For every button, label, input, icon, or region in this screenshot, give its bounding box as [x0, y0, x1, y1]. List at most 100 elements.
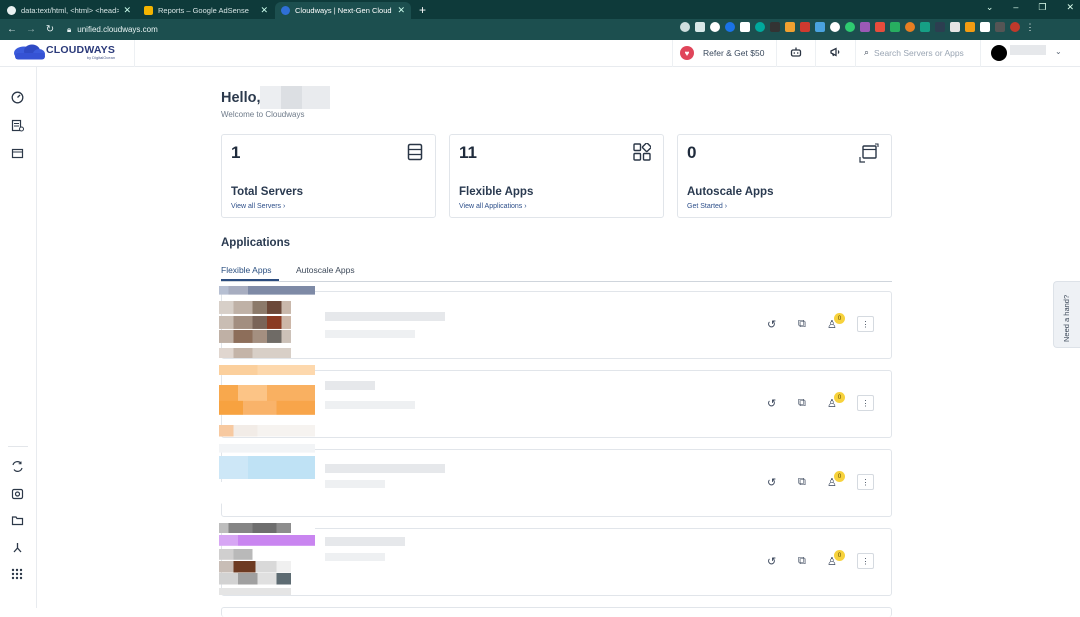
extensions-bar: ⋮	[680, 22, 1035, 32]
refer-button[interactable]: ♥ Refer & Get $50	[680, 46, 764, 60]
extension-icon[interactable]	[770, 22, 780, 32]
divider	[672, 40, 673, 67]
extension-icon[interactable]	[950, 22, 960, 32]
extension-icon[interactable]	[740, 22, 750, 32]
extension-icon[interactable]	[860, 22, 870, 32]
cloud-logo-icon	[12, 44, 46, 60]
chevron-down-icon[interactable]: ⌄	[1055, 47, 1062, 56]
close-icon[interactable]: ✕	[260, 5, 268, 16]
servers-icon[interactable]	[10, 118, 24, 132]
cloudways-favicon-icon	[281, 6, 290, 15]
puzzle-icon[interactable]	[980, 22, 990, 32]
application-row[interactable]: ↺ ⧉ ♙ 0 ⋮	[219, 523, 892, 596]
view-all-applications-link[interactable]: View all Applications ›	[459, 203, 527, 210]
extension-icon[interactable]	[815, 22, 825, 32]
view-all-servers-link[interactable]: View all Servers ›	[231, 203, 285, 210]
extension-icon[interactable]	[800, 22, 810, 32]
migration-icon[interactable]	[10, 459, 24, 473]
browser-tab-title: Cloudways | Next-Gen Cloud Ho	[295, 6, 394, 15]
extension-icon[interactable]	[845, 22, 855, 32]
collaborators-badge: 0	[834, 471, 845, 482]
external-link-icon[interactable]: ⧉	[798, 397, 806, 410]
star-icon[interactable]	[695, 22, 705, 32]
close-icon[interactable]: ✕	[397, 5, 405, 16]
stat-title: Flexible Apps	[459, 186, 534, 198]
url-field[interactable]: 🔒︎ unified.cloudways.com	[67, 22, 727, 37]
search-input[interactable]: ⌕ Search Servers or Apps	[864, 47, 964, 58]
help-side-tab[interactable]: Need a hand?	[1053, 281, 1080, 348]
app-name-redacted	[325, 537, 405, 546]
get-started-link[interactable]: Get Started ›	[687, 203, 727, 210]
extension-icon[interactable]	[920, 22, 930, 32]
external-link-icon[interactable]: ⧉	[798, 318, 806, 331]
close-icon[interactable]: ✕	[123, 5, 131, 16]
history-icon[interactable]: ↺	[767, 318, 776, 331]
extension-icon[interactable]	[875, 22, 885, 32]
history-icon[interactable]: ↺	[767, 476, 776, 489]
extension-icon[interactable]	[905, 22, 915, 32]
minimize-icon[interactable]: –	[1013, 2, 1018, 13]
extension-icon[interactable]	[890, 22, 900, 32]
announcements-icon[interactable]	[829, 46, 841, 61]
collaborators-badge: 0	[834, 392, 845, 403]
extension-icon[interactable]	[830, 22, 840, 32]
more-options-button[interactable]: ⋮	[857, 474, 874, 490]
applications-heading: Applications	[221, 237, 291, 249]
active-tab-indicator	[221, 279, 279, 281]
stat-title: Autoscale Apps	[687, 186, 774, 198]
applications-icon[interactable]	[10, 146, 24, 160]
restore-icon[interactable]: ❐	[1038, 2, 1046, 13]
extension-icon[interactable]	[725, 22, 735, 32]
history-icon[interactable]: ↺	[767, 555, 776, 568]
stat-count: 0	[687, 143, 697, 162]
close-window-icon[interactable]: ✕	[1066, 2, 1074, 13]
help-label: Need a hand?	[1062, 294, 1071, 342]
projects-folder-icon[interactable]	[10, 513, 24, 527]
tab-autoscale-apps[interactable]: Autoscale Apps	[296, 265, 355, 275]
extension-icon[interactable]	[965, 22, 975, 32]
external-link-icon[interactable]: ⧉	[798, 476, 806, 489]
forward-icon[interactable]: →	[24, 24, 38, 35]
tab-flexible-apps[interactable]: Flexible Apps	[221, 265, 272, 275]
more-options-button[interactable]: ⋮	[857, 316, 874, 332]
more-options-button[interactable]: ⋮	[857, 395, 874, 411]
profile-icon[interactable]	[1010, 22, 1020, 32]
bot-icon[interactable]	[790, 46, 802, 61]
server-icon	[407, 143, 423, 166]
team-branch-icon[interactable]	[10, 540, 24, 554]
extension-icon[interactable]	[995, 22, 1005, 32]
app-thumbnail-redacted	[219, 365, 315, 437]
application-row[interactable]	[221, 607, 892, 617]
collaborators-badge: 0	[834, 550, 845, 561]
autoscale-icon	[859, 143, 879, 168]
browser-tab-adsense[interactable]: Reports – Google AdSense ✕	[138, 2, 274, 19]
stat-card-servers: 1 Total Servers View all Servers ›	[221, 134, 436, 218]
addons-gear-icon[interactable]	[10, 486, 24, 500]
app-name-redacted	[325, 381, 375, 390]
divider	[8, 446, 28, 447]
more-options-button[interactable]: ⋮	[857, 553, 874, 569]
extension-icon[interactable]	[755, 22, 765, 32]
browser-tab-cloudways[interactable]: Cloudways | Next-Gen Cloud Ho ✕	[275, 2, 411, 19]
tab-search-icon[interactable]: ⌄	[986, 2, 994, 13]
dashboard-gauge-icon[interactable]	[10, 90, 24, 104]
apps-grid-icon[interactable]	[10, 567, 24, 581]
reload-icon[interactable]: ↻	[43, 24, 57, 35]
new-tab-button[interactable]: +	[419, 3, 426, 17]
stat-count: 11	[459, 143, 477, 162]
back-icon[interactable]: ←	[5, 24, 19, 35]
greeting-heading: Hello,	[221, 90, 261, 106]
application-row[interactable]: ↺ ⧉ ♙ 0 ⋮	[219, 365, 892, 438]
extension-icon[interactable]	[935, 22, 945, 32]
browser-menu-icon[interactable]: ⋮	[1025, 22, 1035, 32]
browser-tab-data[interactable]: data:text/html, <html> <head> ✕	[1, 2, 137, 19]
application-row[interactable]: ↺ ⧉ ♙ 0 ⋮	[219, 444, 892, 517]
extension-icon[interactable]	[785, 22, 795, 32]
extension-icon[interactable]	[710, 22, 720, 32]
history-icon[interactable]: ↺	[767, 397, 776, 410]
application-row[interactable]: ↺ ⧉ ♙ 0 ⋮	[219, 286, 892, 359]
cloudways-logo[interactable]: CLOUDWAYS by DigitalOcean	[12, 44, 115, 60]
external-link-icon[interactable]: ⧉	[798, 555, 806, 568]
avatar[interactable]	[991, 45, 1007, 61]
share-icon[interactable]	[680, 22, 690, 32]
